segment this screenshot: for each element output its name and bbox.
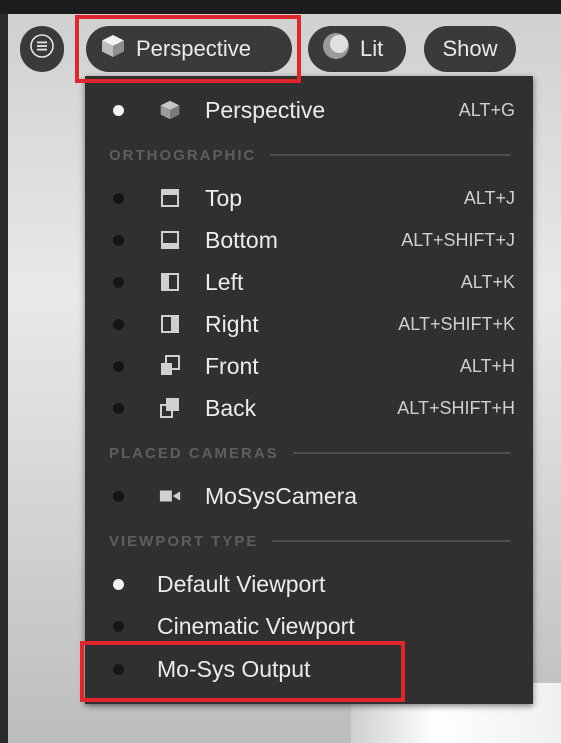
unselected-indicator bbox=[113, 234, 124, 246]
hamburger-icon bbox=[30, 34, 54, 64]
menu-item-label: Back bbox=[205, 394, 257, 421]
shortcut-label: ALT+SHIFT+K bbox=[398, 313, 515, 334]
shortcut-label: ALT+K bbox=[460, 271, 515, 292]
menu-item-label: MoSysCamera bbox=[205, 482, 358, 509]
section-divider bbox=[270, 154, 511, 156]
menu-item-front[interactable]: Front ALT+H bbox=[85, 346, 533, 386]
menu-item-camera[interactable]: MoSysCamera bbox=[85, 476, 533, 516]
menu-item-mo-sys-output[interactable]: Mo-Sys Output bbox=[85, 649, 533, 689]
shortcut-label: ALT+SHIFT+J bbox=[401, 229, 515, 250]
unselected-indicator bbox=[113, 360, 124, 372]
menu-item-label: Default Viewport bbox=[157, 570, 326, 597]
menu-item-label: Right bbox=[205, 310, 259, 337]
unselected-indicator bbox=[113, 663, 124, 675]
section-header-label: VIEWPORT TYPE bbox=[109, 532, 259, 550]
shortcut-label: ALT+SHIFT+H bbox=[397, 397, 515, 418]
menu-item-top[interactable]: Top ALT+J bbox=[85, 178, 533, 218]
menu-item-right[interactable]: Right ALT+SHIFT+K bbox=[85, 304, 533, 344]
selected-indicator bbox=[113, 578, 124, 590]
shortcut-label: ALT+H bbox=[459, 355, 515, 376]
menu-item-cinematic-viewport[interactable]: Cinematic Viewport bbox=[85, 606, 533, 646]
menu-item-back[interactable]: Back ALT+SHIFT+H bbox=[85, 388, 533, 428]
view-mode-button[interactable]: Perspective bbox=[86, 26, 292, 72]
unselected-indicator bbox=[113, 620, 124, 632]
view-top-icon bbox=[159, 187, 181, 209]
view-left-icon bbox=[159, 271, 181, 293]
unselected-indicator bbox=[113, 276, 124, 288]
cube-icon bbox=[159, 99, 181, 121]
section-header-placed-cameras: PLACED CAMERAS bbox=[109, 441, 511, 465]
menu-item-label: Left bbox=[205, 268, 244, 295]
view-mode-label: Perspective bbox=[136, 36, 251, 61]
section-divider bbox=[272, 540, 511, 542]
menu-item-label: Top bbox=[205, 184, 243, 211]
view-right-icon bbox=[159, 313, 181, 335]
section-header-orthographic: ORTHOGRAPHIC bbox=[109, 143, 511, 167]
menu-item-label: Mo-Sys Output bbox=[157, 655, 311, 682]
view-back-icon bbox=[159, 397, 181, 419]
menu-item-label: Cinematic Viewport bbox=[157, 612, 355, 639]
viewport-options-button[interactable] bbox=[20, 26, 64, 72]
unselected-indicator bbox=[113, 192, 124, 204]
sphere-icon bbox=[322, 32, 350, 66]
menu-item-label: Bottom bbox=[205, 226, 278, 253]
unselected-indicator bbox=[113, 402, 124, 414]
section-divider bbox=[292, 452, 511, 454]
section-header-label: ORTHOGRAPHIC bbox=[109, 146, 257, 164]
unselected-indicator bbox=[113, 490, 124, 502]
camera-icon bbox=[159, 485, 181, 507]
menu-item-perspective[interactable]: Perspective ALT+G bbox=[85, 90, 533, 130]
viewport-frame bbox=[0, 14, 8, 743]
lighting-mode-button[interactable]: Lit bbox=[308, 26, 406, 72]
view-bottom-icon bbox=[159, 229, 181, 251]
view-mode-dropdown: Perspective ALT+G ORTHOGRAPHIC Top ALT+J… bbox=[85, 76, 533, 704]
menu-item-label: Perspective bbox=[205, 96, 326, 123]
section-header-viewport-type: VIEWPORT TYPE bbox=[109, 529, 511, 553]
menu-item-bottom[interactable]: Bottom ALT+SHIFT+J bbox=[85, 220, 533, 260]
show-label: Show bbox=[442, 36, 498, 61]
unselected-indicator bbox=[113, 318, 124, 330]
menu-item-label: Front bbox=[205, 352, 259, 379]
menu-item-default-viewport[interactable]: Default Viewport bbox=[85, 564, 533, 604]
shortcut-label: ALT+G bbox=[458, 99, 515, 120]
section-header-label: PLACED CAMERAS bbox=[109, 444, 279, 462]
selected-indicator bbox=[113, 104, 124, 116]
cube-icon bbox=[100, 33, 126, 65]
show-flags-button[interactable]: Show bbox=[424, 26, 516, 72]
view-front-icon bbox=[159, 355, 181, 377]
menu-item-left[interactable]: Left ALT+K bbox=[85, 262, 533, 302]
viewport-top-bar bbox=[0, 0, 561, 14]
shortcut-label: ALT+J bbox=[463, 187, 515, 208]
lighting-mode-label: Lit bbox=[360, 36, 384, 61]
